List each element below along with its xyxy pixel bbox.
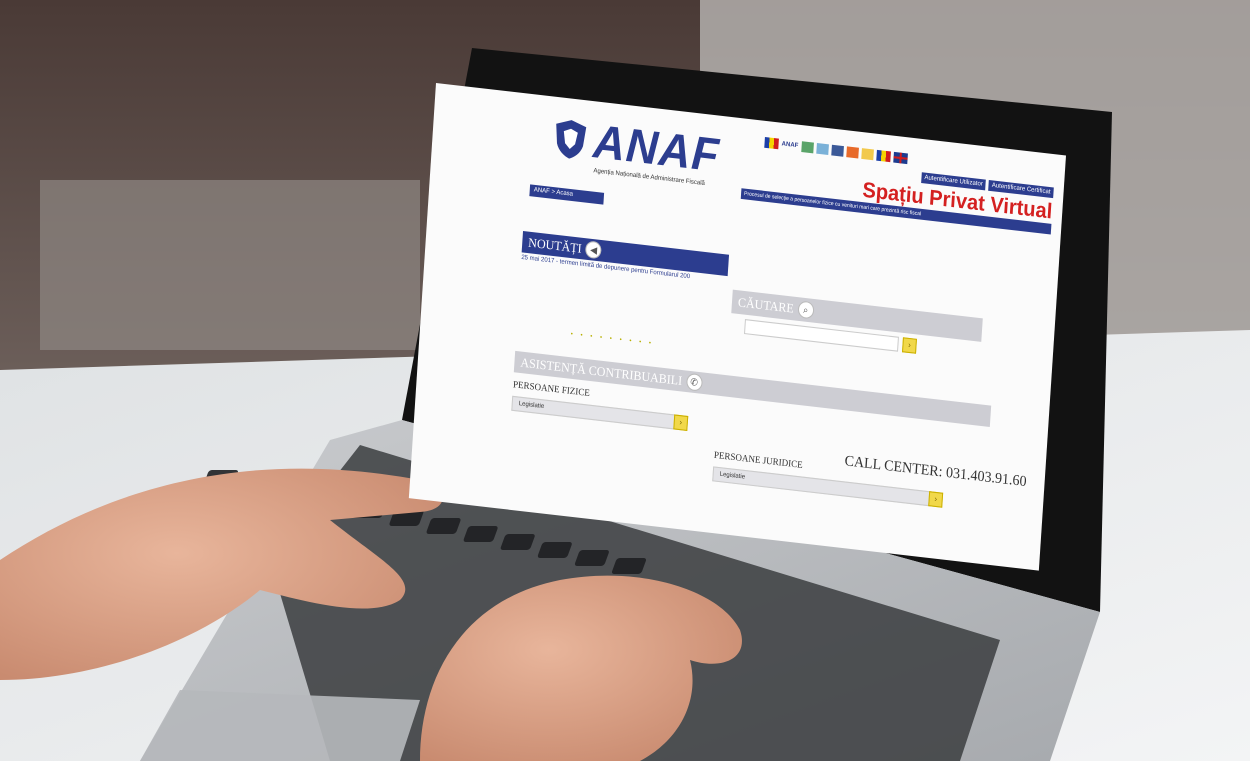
- pf-go-button[interactable]: ›: [673, 414, 689, 431]
- facebook-icon[interactable]: [830, 144, 844, 157]
- header-right: ANAF Autentificare Utilizator Autentific…: [740, 134, 1055, 235]
- pj-go-button[interactable]: ›: [928, 491, 944, 508]
- pf-title: PERSOANE FIZICE: [512, 378, 591, 399]
- megaphone-icon: ◀: [585, 240, 603, 260]
- rss-icon[interactable]: [845, 146, 859, 159]
- english-language-icon[interactable]: [892, 151, 908, 165]
- phone-icon: ✆: [685, 372, 703, 392]
- anaf-brand-small: ANAF: [781, 141, 799, 150]
- laptop-screen-webpage: ANAF Agenția Națională de Administrare F…: [408, 83, 1067, 571]
- anaf-logo[interactable]: ANAF: [552, 114, 721, 182]
- breadcrumb[interactable]: ANAF > Acasa: [529, 184, 605, 205]
- news-title: NOUTĂȚI: [527, 234, 583, 256]
- news-pager[interactable]: • • • • • • • • •: [570, 331, 654, 347]
- social-icon[interactable]: [815, 142, 829, 156]
- romania-flag-icon[interactable]: [764, 137, 779, 150]
- pf-select[interactable]: Legislatie: [511, 395, 677, 430]
- search-title: CĂUTARE: [737, 294, 795, 316]
- partner-logo-icon[interactable]: [800, 141, 814, 154]
- search-icon: ⌕: [797, 300, 815, 320]
- mail-icon[interactable]: [860, 148, 874, 161]
- romanian-language-icon[interactable]: [875, 149, 891, 163]
- search-button[interactable]: ›: [902, 337, 917, 354]
- trackpad: [140, 690, 420, 761]
- shield-icon: [556, 120, 587, 159]
- photo-laptop-anaf: ANAF Agenția Națională de Administrare F…: [0, 0, 1250, 761]
